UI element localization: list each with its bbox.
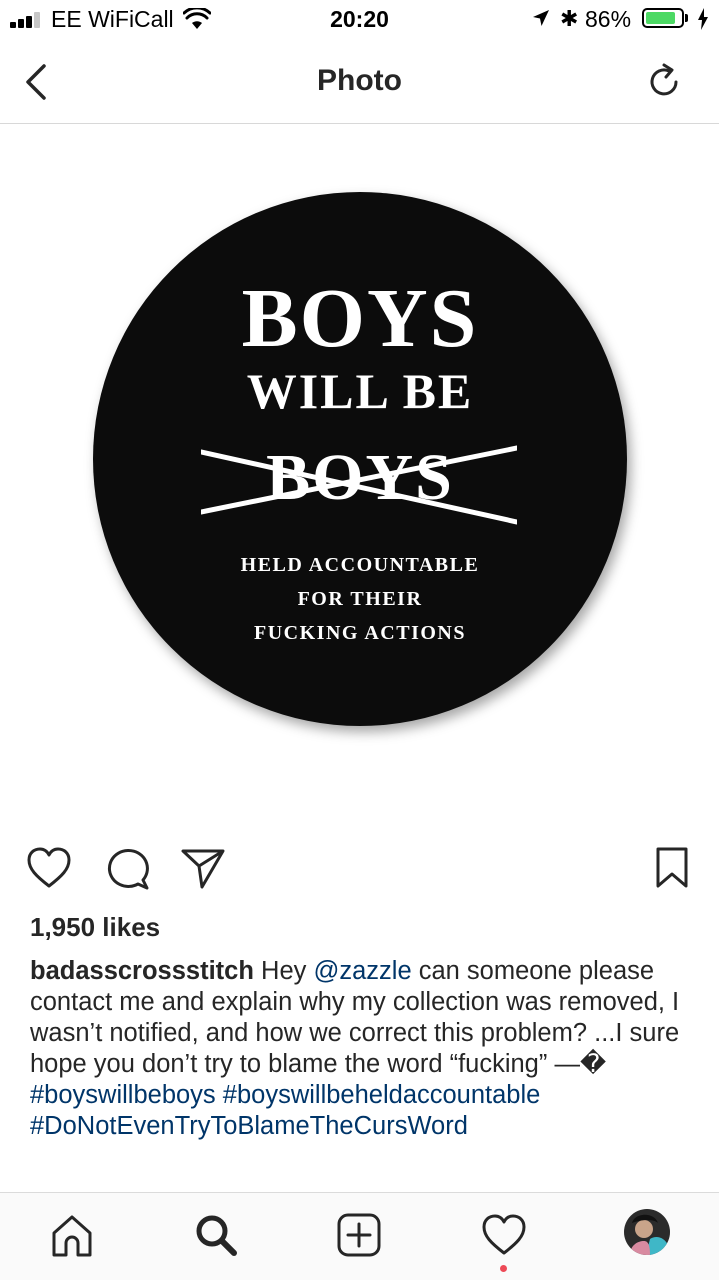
notification-dot [500,1265,507,1272]
refresh-icon[interactable] [642,60,686,104]
sticker-text-line1: BOYS [241,272,479,365]
activity-heart-icon[interactable] [480,1211,528,1259]
battery-percent: 86% [585,6,632,32]
nav-bar: Photo [0,40,719,124]
profile-avatar[interactable] [624,1209,670,1255]
tab-bar [0,1192,719,1280]
sticker-image: BOYS WILL BE BOYS HELD ACCOUNTABLE FOR T… [93,192,627,726]
home-icon[interactable] [48,1211,96,1259]
sticker-text-line4: HELD ACCOUNTABLE [240,554,480,576]
caption-username[interactable]: badasscrossstitch [30,957,254,985]
share-icon[interactable] [180,846,226,890]
caption-hashtags: #boyswillbeboys #boyswillbeheldaccountab… [30,1080,700,1142]
sticker-text-line6: FUCKING ACTIONS [254,622,466,644]
sticker-text-line5: FOR THEIR [297,588,423,610]
battery-icon [642,8,684,28]
caption-text: Hey [253,957,314,985]
caption-glyph: � [579,1050,607,1078]
bluetooth-icon: ✱ [560,6,579,31]
hashtag-link[interactable]: #DoNotEvenTryToBlameTheCursWord [30,1112,468,1140]
heart-icon[interactable] [26,846,72,890]
sticker-text-line2: WILL BE [246,363,474,419]
likes-count[interactable]: 1,950 likes [30,912,160,943]
post-caption: badasscrossstitch Hey @zazzle can someon… [30,956,700,1142]
page-title: Photo [317,64,402,97]
location-arrow-icon [533,10,549,26]
charging-icon [698,8,708,30]
post-photo[interactable]: BOYS WILL BE BOYS HELD ACCOUNTABLE FOR T… [0,124,719,824]
comment-icon[interactable] [104,846,150,890]
hashtag-link[interactable]: #boyswillbeheldaccountable [223,1081,541,1109]
hashtag-link[interactable]: #boyswillbeboys [30,1081,216,1109]
strikethrough-cross [201,445,517,525]
status-bar: EE WiFiCall 20:20 ✱ 86% [0,0,719,40]
caption-mention[interactable]: @zazzle [313,957,411,985]
battery-tip [685,14,688,22]
search-icon[interactable] [192,1211,240,1259]
add-post-icon[interactable] [335,1211,383,1259]
bookmark-icon[interactable] [652,846,692,890]
